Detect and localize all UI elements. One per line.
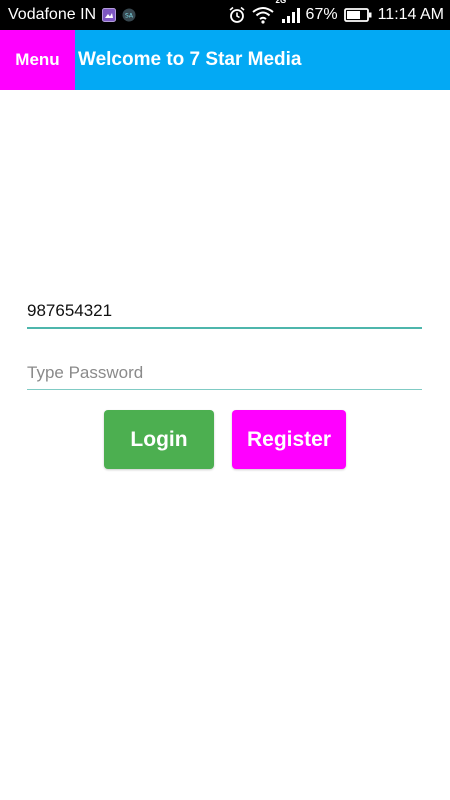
wifi-icon: [251, 0, 274, 30]
app-bar: Menu Welcome to 7 Star Media: [0, 30, 450, 90]
status-bar-left: Vodafone IN SA: [6, 0, 136, 30]
phone-input[interactable]: [27, 295, 422, 327]
app-title: Welcome to 7 Star Media: [78, 49, 302, 70]
password-field: [27, 356, 422, 390]
clock: 11:14 AM: [377, 6, 444, 23]
alarm-icon: [228, 0, 246, 30]
password-input[interactable]: [27, 356, 422, 389]
app-notification-icon: SA: [122, 0, 136, 30]
network-type-label: 2G: [275, 0, 287, 5]
phone-field: [27, 295, 422, 329]
battery-percent: 67%: [305, 6, 338, 23]
status-bar: Vodafone IN SA 2G 67% 11:14 AM: [0, 0, 450, 30]
register-button[interactable]: Register: [232, 410, 346, 469]
battery-icon: [343, 0, 372, 30]
menu-button[interactable]: Menu: [0, 30, 75, 90]
status-bar-right: 2G 67% 11:14 AM: [222, 0, 444, 30]
signal-icon: 2G: [276, 0, 300, 30]
gallery-notification-icon: [102, 0, 117, 30]
login-button[interactable]: Login: [104, 410, 214, 469]
carrier-name: Vodafone IN: [8, 6, 97, 23]
svg-text:SA: SA: [125, 13, 134, 20]
